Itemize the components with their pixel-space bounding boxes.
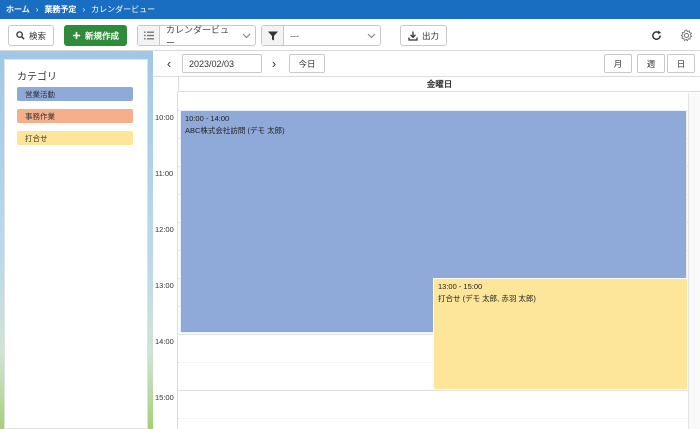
prev-day-button[interactable]: ‹ xyxy=(162,55,176,71)
chevron-down-icon xyxy=(362,33,380,39)
breadcrumb-current: カレンダービュー xyxy=(91,5,156,14)
week-view-button[interactable]: 週 xyxy=(637,54,665,73)
chevron-down-icon xyxy=(237,33,255,39)
new-button[interactable]: 新規作成 xyxy=(64,25,127,46)
date-value: 2023/02/03 xyxy=(189,58,235,69)
category-label: 事務作業 xyxy=(25,111,55,121)
category-sidebar: カテゴリ 営業活動 事務作業 打合せ xyxy=(4,59,148,429)
search-button-label: 検索 xyxy=(28,30,46,41)
time-label: 10:00 xyxy=(155,113,174,122)
breadcrumb-section[interactable]: 業務予定 xyxy=(44,4,76,15)
category-title: カテゴリ xyxy=(17,72,57,83)
list-icon xyxy=(138,26,160,45)
day-header: 金曜日 xyxy=(178,77,700,92)
half-hour-line xyxy=(178,418,700,419)
time-label: 12:00 xyxy=(155,225,174,234)
breadcrumb-separator: › xyxy=(82,5,86,14)
refresh-icon[interactable] xyxy=(649,28,663,42)
export-button[interactable]: 出力 xyxy=(400,25,447,46)
today-label: 今日 xyxy=(298,58,316,69)
month-view-button[interactable]: 月 xyxy=(604,54,632,73)
next-day-button[interactable]: › xyxy=(267,55,281,71)
search-icon xyxy=(16,31,25,40)
event-time: 10:00 - 14:00 xyxy=(185,114,230,123)
breadcrumb-home[interactable]: ホーム xyxy=(6,4,30,15)
filter-select[interactable]: --- xyxy=(261,25,381,46)
date-input[interactable]: 2023/02/03 xyxy=(182,54,262,73)
plus-icon xyxy=(72,31,81,40)
chevron-right-icon: › xyxy=(271,55,277,71)
event-title: 打合せ (デモ 太郎, 赤羽 太郎) xyxy=(438,294,536,303)
toolbar: 検索 新規作成 カレンダービュー --- 出力 xyxy=(0,19,700,51)
chevron-left-icon: ‹ xyxy=(166,55,172,71)
time-label: 11:00 xyxy=(155,169,174,178)
today-button[interactable]: 今日 xyxy=(289,54,325,73)
calendar-event[interactable]: 13:00 - 15:00 打合せ (デモ 太郎, 赤羽 太郎) xyxy=(433,278,688,390)
week-view-label: 週 xyxy=(646,58,656,69)
category-item[interactable]: 営業活動 xyxy=(17,87,133,101)
day-view-button[interactable]: 日 xyxy=(667,54,695,73)
filter-icon xyxy=(262,26,284,45)
category-label: 打合せ xyxy=(25,133,48,143)
month-view-label: 月 xyxy=(613,58,623,69)
event-title: ABC株式会社訪問 (デモ 太郎) xyxy=(185,126,285,135)
export-button-label: 出力 xyxy=(421,30,439,41)
time-label: 15:00 xyxy=(155,393,174,402)
time-label: 13:00 xyxy=(155,281,174,290)
breadcrumb: ホーム › 業務予定 › カレンダービュー xyxy=(0,0,700,19)
event-time: 13:00 - 15:00 xyxy=(438,282,483,291)
category-item[interactable]: 事務作業 xyxy=(17,109,133,123)
hour-line xyxy=(178,390,700,391)
view-select[interactable]: カレンダービュー xyxy=(137,24,256,48)
time-label: 14:00 xyxy=(155,337,174,346)
new-button-label: 新規作成 xyxy=(84,30,119,41)
category-item[interactable]: 打合せ xyxy=(17,131,133,145)
day-view-label: 日 xyxy=(676,58,686,69)
filter-select-value: --- xyxy=(290,30,299,41)
time-column xyxy=(153,92,178,429)
category-label: 営業活動 xyxy=(25,89,55,99)
scrollbar[interactable] xyxy=(688,93,700,429)
view-select-value: カレンダービュー xyxy=(166,24,230,48)
breadcrumb-separator: › xyxy=(35,5,39,14)
gear-icon[interactable] xyxy=(678,27,694,43)
download-icon xyxy=(408,31,418,41)
search-button[interactable]: 検索 xyxy=(8,25,54,46)
